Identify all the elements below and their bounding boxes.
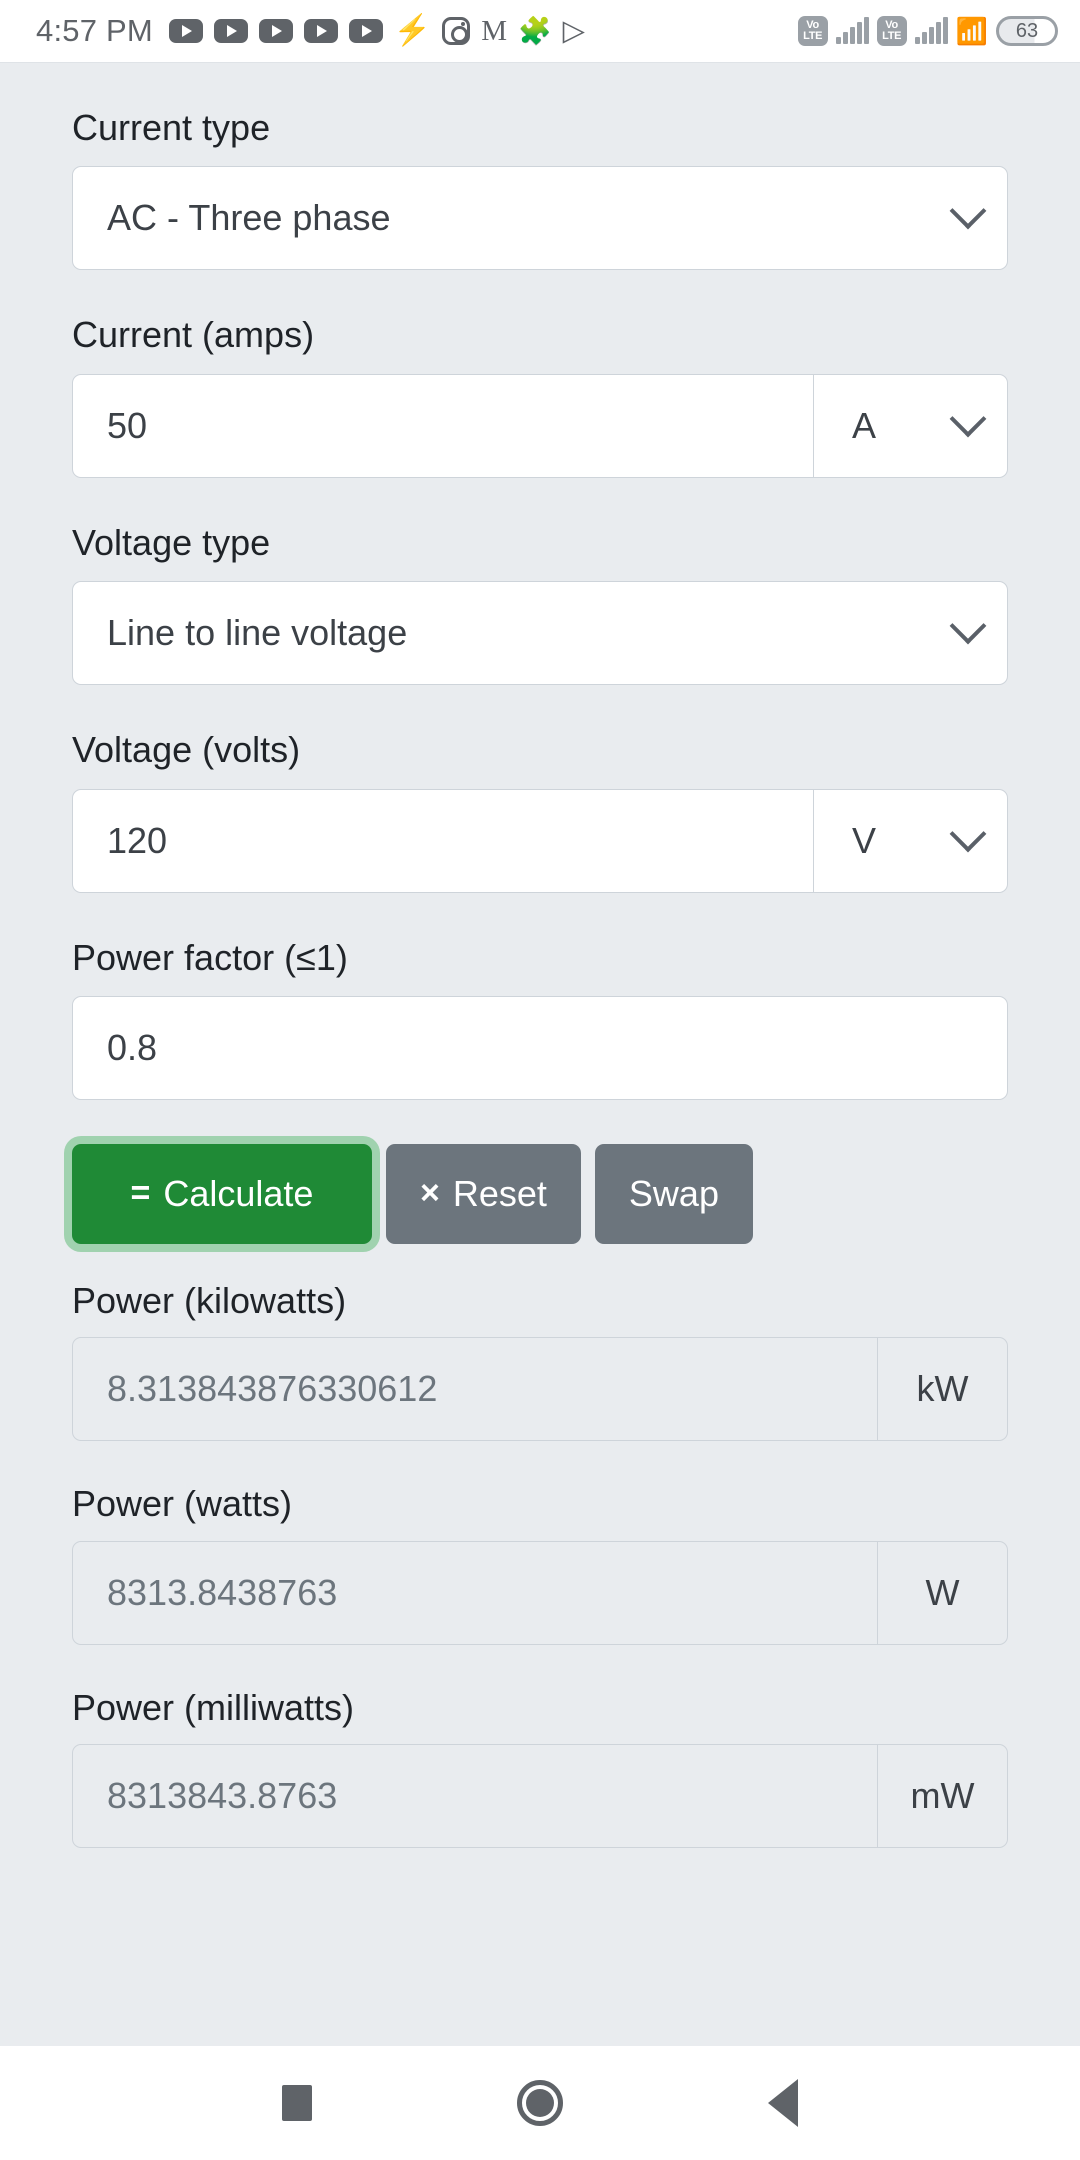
chevron-down-icon (949, 815, 987, 852)
back-triangle-icon[interactable] (767, 2079, 798, 2127)
play-store-icon: ▷ (562, 14, 585, 47)
volte-bottom-label: LTE (803, 30, 823, 42)
gmail-icon: M (481, 14, 508, 47)
swap-button-label: Swap (628, 1172, 719, 1214)
current-type-row: AC - Three phase (72, 166, 1008, 271)
current-type-label: Current type (72, 107, 271, 148)
result-unit-kilowatts[interactable]: kW (878, 1337, 1008, 1442)
result-row-kilowatts: 8.313843876330612 kW (72, 1337, 1008, 1442)
result-value-kilowatts[interactable]: 8.313843876330612 (72, 1337, 878, 1442)
current-unit-value: A (852, 404, 877, 446)
action-buttons: = Calculate × Reset Swap (72, 1143, 1008, 1244)
battery-indicator: 63 (996, 16, 1058, 46)
voltage-row: 120 V (72, 788, 1008, 893)
voltage-type-select[interactable]: Line to line voltage (72, 581, 1008, 686)
result-label-watts: Power (watts) (72, 1483, 293, 1525)
chevron-down-icon (949, 400, 987, 438)
voltage-unit-value: V (852, 819, 877, 861)
swap-button[interactable]: Swap (594, 1143, 753, 1244)
current-type-select[interactable]: AC - Three phase (72, 166, 1008, 271)
voltage-type-row: Line to line voltage (72, 581, 1008, 686)
power-factor-row: 0.8 (72, 995, 1008, 1100)
signal-bars-sim2 (914, 17, 948, 44)
signal-bars-sim1 (835, 17, 869, 44)
current-input[interactable]: 50 (72, 373, 814, 478)
calculate-button[interactable]: = Calculate (72, 1143, 372, 1244)
power-factor-label: Power factor (≤1) (72, 936, 348, 978)
result-value-milliwatts[interactable]: 8313843.8763 (72, 1744, 878, 1849)
youtube-icon (258, 19, 293, 43)
youtube-icon (168, 19, 203, 43)
result-label-milliwatts: Power (milliwatts) (72, 1686, 355, 1728)
volte-icon-sim2: Vo LTE (876, 16, 907, 46)
voltage-input[interactable]: 120 (72, 788, 814, 893)
current-label: Current (amps) (72, 314, 315, 356)
recents-square-icon[interactable] (282, 2085, 313, 2121)
volte-bottom-label: LTE (882, 30, 902, 42)
result-label-kilowatts: Power (kilowatts) (72, 1279, 347, 1321)
status-system-icons: Vo LTE Vo LTE 📶 63 (797, 16, 1058, 46)
result-unit-watts[interactable]: W (878, 1540, 1008, 1645)
voltage-unit-select[interactable]: V (814, 788, 1008, 893)
youtube-icon (303, 19, 338, 43)
youtube-icon (348, 19, 383, 43)
wifi-icon: 📶 (955, 16, 988, 46)
android-navigation-bar (0, 2046, 1080, 2160)
voltage-label: Voltage (volts) (72, 729, 301, 771)
volte-icon-sim1: Vo LTE (797, 16, 828, 46)
voltage-type-value: Line to line voltage (107, 612, 408, 654)
result-row-milliwatts: 8313843.8763 mW (72, 1744, 1008, 1849)
current-row: 50 A (72, 373, 1008, 478)
reset-button[interactable]: × Reset (386, 1143, 581, 1244)
calculate-button-label: Calculate (163, 1172, 314, 1214)
close-icon: × (420, 1174, 440, 1213)
youtube-icon (213, 19, 248, 43)
calculator-form: Current type AC - Three phase Current (a… (0, 62, 1080, 2046)
result-row-watts: 8313.8438763 W (72, 1540, 1008, 1645)
power-factor-input[interactable]: 0.8 (72, 995, 1008, 1100)
bolt-icon: ⚡ (393, 14, 432, 47)
status-notification-icons: ⚡ M 🧩 ▷ (168, 14, 585, 47)
current-type-value: AC - Three phase (107, 197, 391, 239)
equals-icon: = (130, 1174, 151, 1213)
puzzle-icon: 🧩 (518, 15, 552, 46)
status-bar: 4:57 PM ⚡ M 🧩 ▷ Vo LTE Vo LTE 📶 63 (0, 0, 1080, 62)
chevron-down-icon (949, 192, 987, 230)
instagram-icon (442, 17, 471, 45)
status-time: 4:57 PM (36, 13, 153, 48)
chevron-down-icon (949, 607, 987, 645)
result-unit-milliwatts[interactable]: mW (878, 1744, 1008, 1849)
reset-button-label: Reset (452, 1172, 547, 1214)
voltage-type-label: Voltage type (72, 521, 271, 563)
home-circle-icon[interactable] (516, 2080, 563, 2126)
current-unit-select[interactable]: A (814, 373, 1008, 478)
result-value-watts[interactable]: 8313.8438763 (72, 1540, 878, 1645)
